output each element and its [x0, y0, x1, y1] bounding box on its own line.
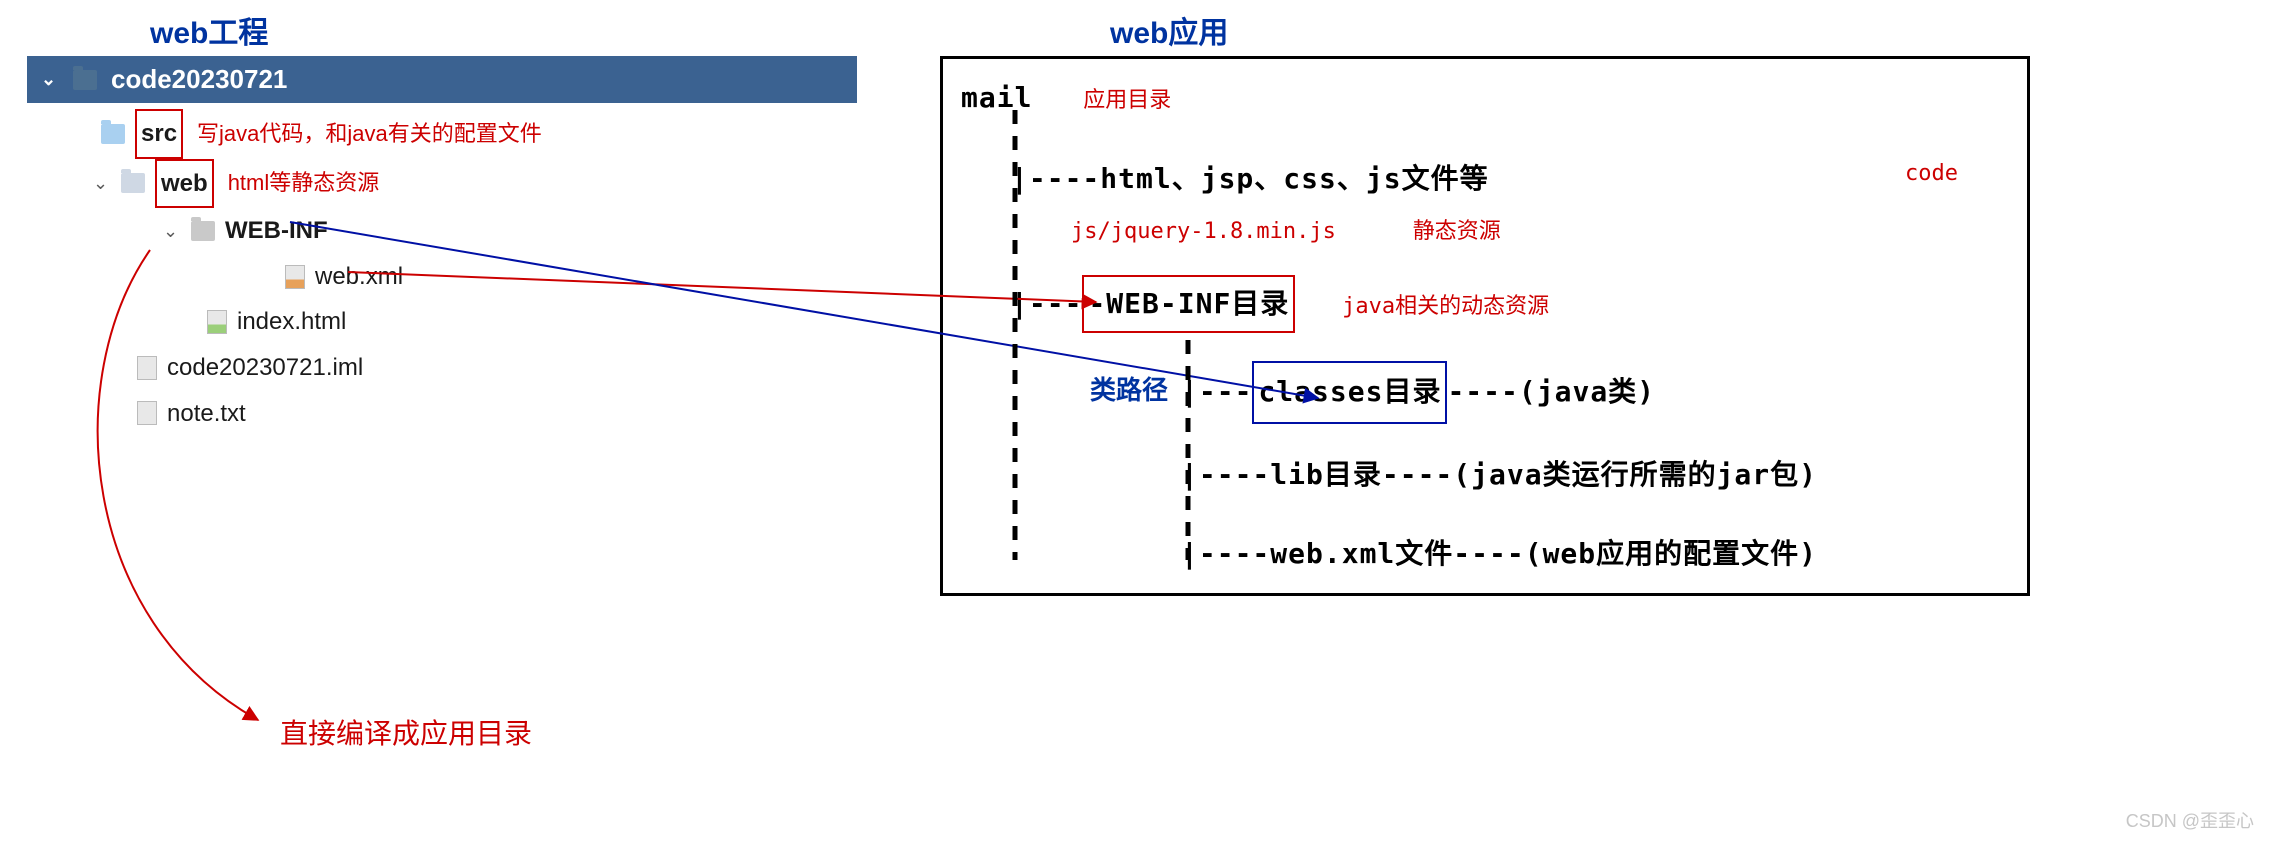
notetxt-label: note.txt	[167, 391, 246, 437]
indexhtml-label: index.html	[237, 299, 346, 345]
label-web-project: web工程	[150, 8, 268, 52]
chevron-down-icon: ⌄	[41, 69, 59, 90]
webinf-label: WEB-INF	[225, 208, 328, 254]
web-label: web	[155, 159, 214, 209]
chevron-down-icon: ⌄	[163, 214, 181, 248]
chevron-down-icon: ⌄	[93, 166, 111, 200]
watermark: CSDN @歪歪心	[2126, 807, 2254, 833]
static-note-1: js/jquery-1.8.min.js	[1071, 219, 1336, 244]
webinf-note: java相关的动态资源	[1342, 294, 1549, 319]
folder-icon	[101, 124, 125, 144]
directory-structure-panel: mail 应用目录 code |----html、jsp、css、js文件等 j…	[940, 56, 2030, 596]
webinf-prefix: |---	[1011, 287, 1082, 320]
classes-suffix: ----(java类)	[1447, 375, 1655, 408]
compile-note: 直接编译成应用目录	[280, 712, 532, 752]
webxml-line: |----web.xml文件----(web应用的配置文件)	[961, 527, 2009, 582]
webxml-row[interactable]: web.xml	[27, 254, 857, 300]
web-note: html等静态资源	[228, 162, 380, 204]
src-label: src	[135, 109, 183, 159]
project-name: code20230721	[111, 64, 287, 95]
static-line: |----html、jsp、css、js文件等	[1011, 162, 1489, 195]
classes-prefix: |---	[1181, 375, 1252, 408]
static-note-2: 静态资源	[1413, 219, 1501, 244]
web-row[interactable]: ⌄ web html等静态资源	[0, 159, 857, 209]
mail-label: mail	[961, 81, 1032, 114]
xml-file-icon	[285, 265, 305, 289]
appdir-note: 应用目录	[1083, 88, 1171, 113]
html-file-icon	[207, 310, 227, 334]
notetxt-row[interactable]: note.txt	[27, 391, 857, 437]
src-row[interactable]: src 写java代码，和java有关的配置文件	[27, 109, 857, 159]
project-icon	[73, 70, 97, 90]
classpath-label: 类路径	[1090, 370, 1168, 407]
file-icon	[137, 401, 157, 425]
webxml-label: web.xml	[315, 254, 403, 300]
iml-row[interactable]: code20230721.iml	[27, 345, 857, 391]
webinf-box: -WEB-INF目录	[1082, 275, 1295, 334]
file-icon	[137, 356, 157, 380]
lib-line: |----lib目录----(java类运行所需的jar包)	[961, 448, 2009, 503]
folder-icon	[121, 173, 145, 193]
folder-icon	[191, 221, 215, 241]
iml-label: code20230721.iml	[167, 345, 363, 391]
webinf-row[interactable]: ⌄ WEB-INF	[0, 208, 857, 254]
label-web-app: web应用	[1110, 8, 1228, 52]
src-note: 写java代码，和java有关的配置文件	[197, 113, 542, 155]
project-tree-panel: ⌄ code20230721 src 写java代码，和java有关的配置文件 …	[27, 56, 857, 456]
tree-body: src 写java代码，和java有关的配置文件 ⌄ web html等静态资源…	[27, 103, 857, 456]
classes-box: classes目录	[1252, 361, 1447, 424]
project-root-row[interactable]: ⌄ code20230721	[27, 56, 857, 103]
indexhtml-row[interactable]: index.html	[27, 299, 857, 345]
